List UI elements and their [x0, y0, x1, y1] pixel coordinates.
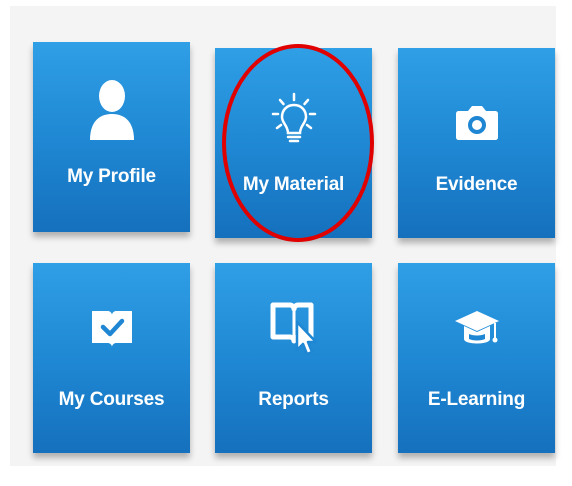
tile-label: Reports [258, 389, 329, 410]
tile-my-material[interactable]: My Material [215, 48, 372, 238]
person-icon [89, 80, 134, 140]
tile-reports[interactable]: Reports [215, 263, 372, 453]
camera-icon [455, 106, 498, 140]
tile-label: Evidence [435, 174, 518, 195]
tile-e-learning[interactable]: E-Learning [398, 263, 555, 453]
tile-evidence[interactable]: Evidence [398, 48, 555, 238]
lightbulb-icon [271, 92, 316, 143]
tile-label: My Courses [58, 389, 165, 410]
tile-label: My Profile [67, 166, 156, 187]
tile-my-courses[interactable]: My Courses [33, 263, 190, 453]
checked-book-icon [91, 311, 132, 347]
book-cursor-icon [270, 302, 317, 356]
tile-my-profile[interactable]: My Profile [33, 42, 190, 232]
graduation-cap-icon [454, 311, 499, 344]
tile-label: My Material [242, 174, 345, 195]
tile-label: E-Learning [427, 389, 526, 410]
